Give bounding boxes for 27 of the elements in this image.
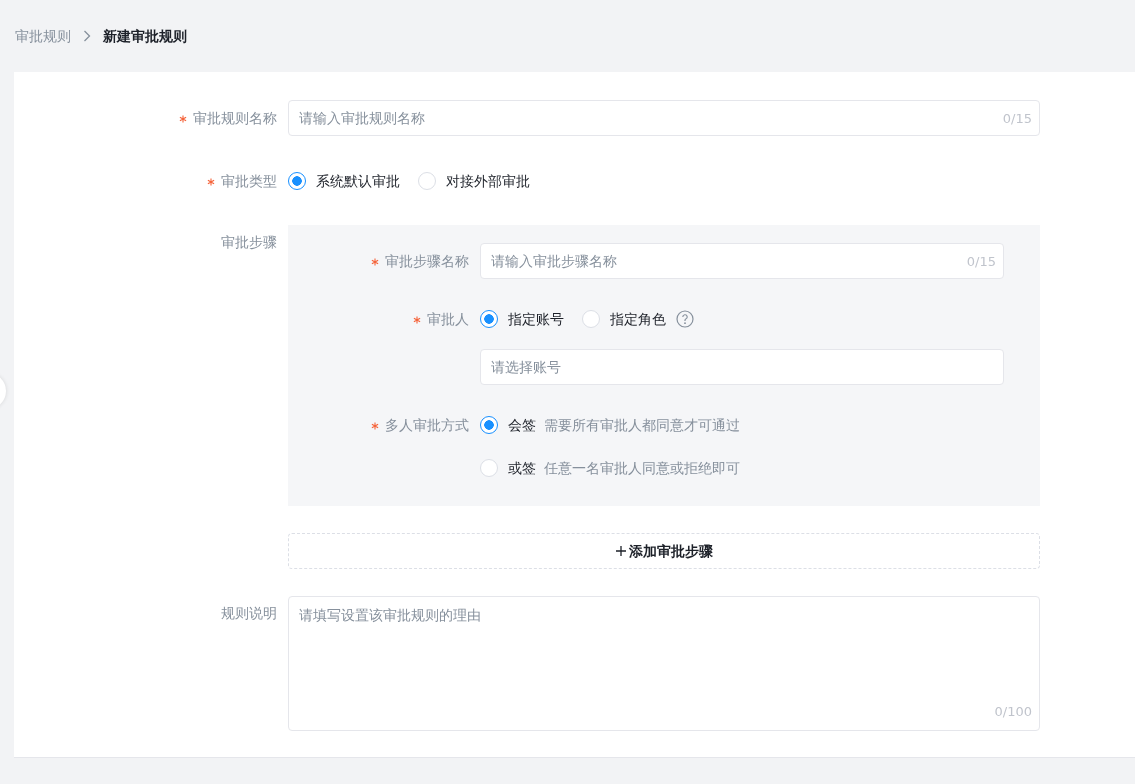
field-label: 规则说明	[221, 605, 277, 621]
chevron-icon	[83, 30, 91, 42]
field-label: 审批步骤名称	[385, 253, 469, 269]
field-label: 审批步骤	[221, 234, 277, 250]
radio-label: 或签	[508, 458, 536, 478]
radio-label: 系统默认审批	[316, 171, 400, 191]
char-counter: 0/100	[994, 702, 1032, 721]
field-label: 审批人	[427, 311, 469, 327]
field-label: 审批类型	[221, 173, 277, 189]
char-counter: 0/15	[1002, 110, 1032, 128]
radio-button[interactable]	[480, 310, 498, 328]
help-icon[interactable]	[676, 310, 694, 328]
plus-icon	[615, 545, 627, 557]
option-description: 任意一名审批人同意或拒绝即可	[544, 458, 740, 478]
radio-label: 指定账号	[508, 309, 564, 329]
radio-label: 指定角色	[610, 309, 666, 329]
radio-button[interactable]	[480, 416, 498, 434]
field-label: 审批规则名称	[193, 110, 277, 126]
radio-label: 对接外部审批	[446, 171, 530, 191]
field-label: 多人审批方式	[385, 417, 469, 433]
radio-label: 会签	[508, 415, 536, 435]
account-select[interactable]: 请选择账号	[480, 349, 1004, 385]
option-description: 需要所有审批人都同意才可通过	[544, 415, 740, 435]
radio-button[interactable]	[288, 172, 306, 190]
char-counter: 0/15	[966, 253, 996, 271]
add-step-button[interactable]: 添加审批步骤	[288, 533, 1040, 569]
breadcrumb-current: 新建审批规则	[103, 26, 187, 46]
